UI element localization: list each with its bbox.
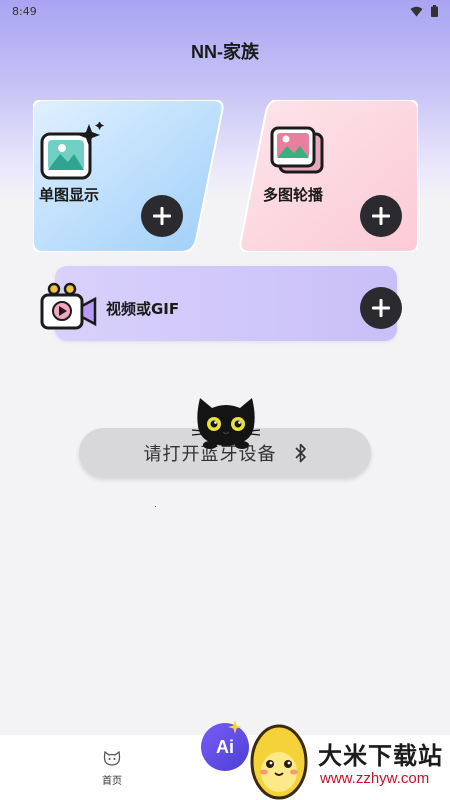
egg-mascot-icon [250,724,308,800]
single-image-sparkle-icon [40,122,104,180]
cat-home-icon [103,750,121,766]
plus-icon [153,207,171,225]
watermark-name: 大米下载站 [318,742,443,770]
video-gif-add-button[interactable] [360,287,402,329]
multi-image-card[interactable]: 多图轮播 [238,100,418,252]
nav-home-label: 首页 [102,776,122,787]
watermark-url: www.zzhyw.com [320,770,430,787]
black-cat-icon [191,398,261,449]
multi-image-label: 多图轮播 [263,186,324,204]
sparkle-icon [228,720,242,734]
single-image-label: 单图显示 [39,186,100,204]
nav-home-tab[interactable]: 首页 [92,750,132,787]
battery-icon [431,5,438,17]
plus-icon [372,299,390,317]
ai-label: Ai [216,736,234,757]
single-image-card[interactable]: 单图显示 [33,100,225,252]
bluetooth-icon [294,443,306,463]
stray-dot [155,506,156,507]
video-camera-icon [40,282,97,330]
video-gif-label: 视频或GIF [106,300,180,318]
multi-image-add-button[interactable] [360,195,402,237]
wifi-icon [410,6,423,16]
status-bar: 8:49 [0,0,450,22]
status-icons [410,5,438,17]
status-time: 8:49 [12,4,37,18]
multi-image-icon [270,126,324,174]
plus-icon [372,207,390,225]
page-title: NN-家族 [191,42,259,62]
single-image-add-button[interactable] [141,195,183,237]
